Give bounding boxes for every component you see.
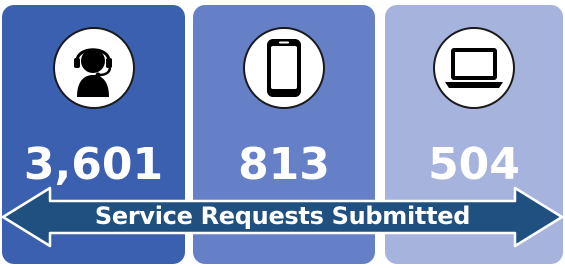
- laptop-icon: [433, 27, 515, 109]
- infographic: 3,601 813 504 Service Requests Submitted: [0, 0, 565, 268]
- smartphone-icon: [243, 27, 325, 109]
- headset-agent-icon: [52, 27, 135, 109]
- banner-label: Service Requests Submitted: [94, 202, 471, 230]
